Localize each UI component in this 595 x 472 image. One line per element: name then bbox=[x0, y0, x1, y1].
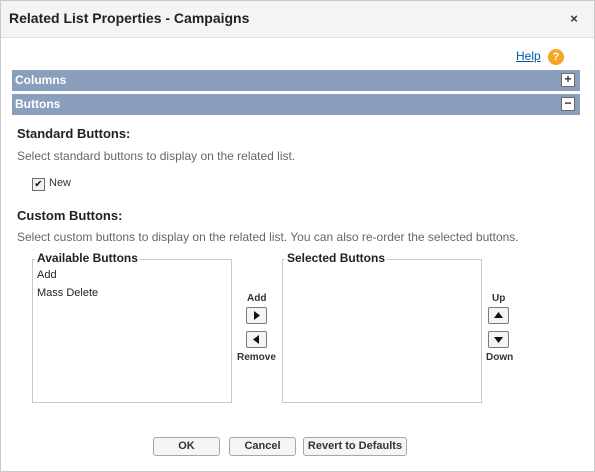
list-item[interactable]: Add bbox=[37, 269, 57, 281]
help-icon[interactable]: ? bbox=[548, 49, 564, 65]
available-buttons-list[interactable]: Available Buttons Add Mass Delete bbox=[32, 251, 232, 403]
available-buttons-label: Available Buttons bbox=[35, 251, 140, 265]
close-icon[interactable]: × bbox=[566, 11, 582, 27]
cancel-button[interactable]: Cancel bbox=[229, 437, 296, 456]
up-label: Up bbox=[492, 293, 506, 304]
related-list-properties-dialog: Related List Properties - Campaigns × He… bbox=[0, 0, 595, 472]
revert-to-defaults-button[interactable]: Revert to Defaults bbox=[303, 437, 407, 456]
add-label: Add bbox=[247, 293, 267, 304]
arrow-left-icon bbox=[253, 335, 259, 344]
dialog-title: Related List Properties - Campaigns bbox=[9, 10, 250, 26]
section-buttons-label: Buttons bbox=[15, 97, 61, 111]
help-link[interactable]: Help bbox=[516, 49, 541, 63]
standard-buttons-heading: Standard Buttons: bbox=[17, 126, 131, 141]
collapse-icon[interactable]: − bbox=[561, 97, 575, 111]
section-buttons[interactable]: Buttons − bbox=[12, 94, 580, 115]
section-columns[interactable]: Columns + bbox=[12, 70, 580, 91]
move-down-button[interactable] bbox=[488, 331, 509, 348]
section-columns-label: Columns bbox=[15, 73, 67, 87]
add-button[interactable] bbox=[246, 307, 267, 324]
new-checkbox[interactable]: ✔ bbox=[32, 178, 45, 191]
arrow-up-icon bbox=[494, 312, 503, 318]
move-up-button[interactable] bbox=[488, 307, 509, 324]
custom-buttons-heading: Custom Buttons: bbox=[17, 208, 123, 223]
selected-buttons-label: Selected Buttons bbox=[285, 251, 388, 265]
custom-buttons-description: Select custom buttons to display on the … bbox=[17, 230, 519, 244]
standard-buttons-description: Select standard buttons to display on th… bbox=[17, 149, 296, 163]
dialog-titlebar: Related List Properties - Campaigns × bbox=[1, 1, 594, 38]
arrow-down-icon bbox=[494, 337, 503, 343]
arrow-right-icon bbox=[254, 311, 260, 320]
selected-buttons-list[interactable]: Selected Buttons bbox=[282, 251, 482, 403]
list-item[interactable]: Mass Delete bbox=[37, 287, 98, 299]
ok-button[interactable]: OK bbox=[153, 437, 220, 456]
down-label: Down bbox=[486, 352, 514, 363]
new-checkbox-label: New bbox=[49, 177, 72, 189]
expand-icon[interactable]: + bbox=[561, 73, 575, 87]
remove-label: Remove bbox=[237, 352, 276, 363]
remove-button[interactable] bbox=[246, 331, 267, 348]
